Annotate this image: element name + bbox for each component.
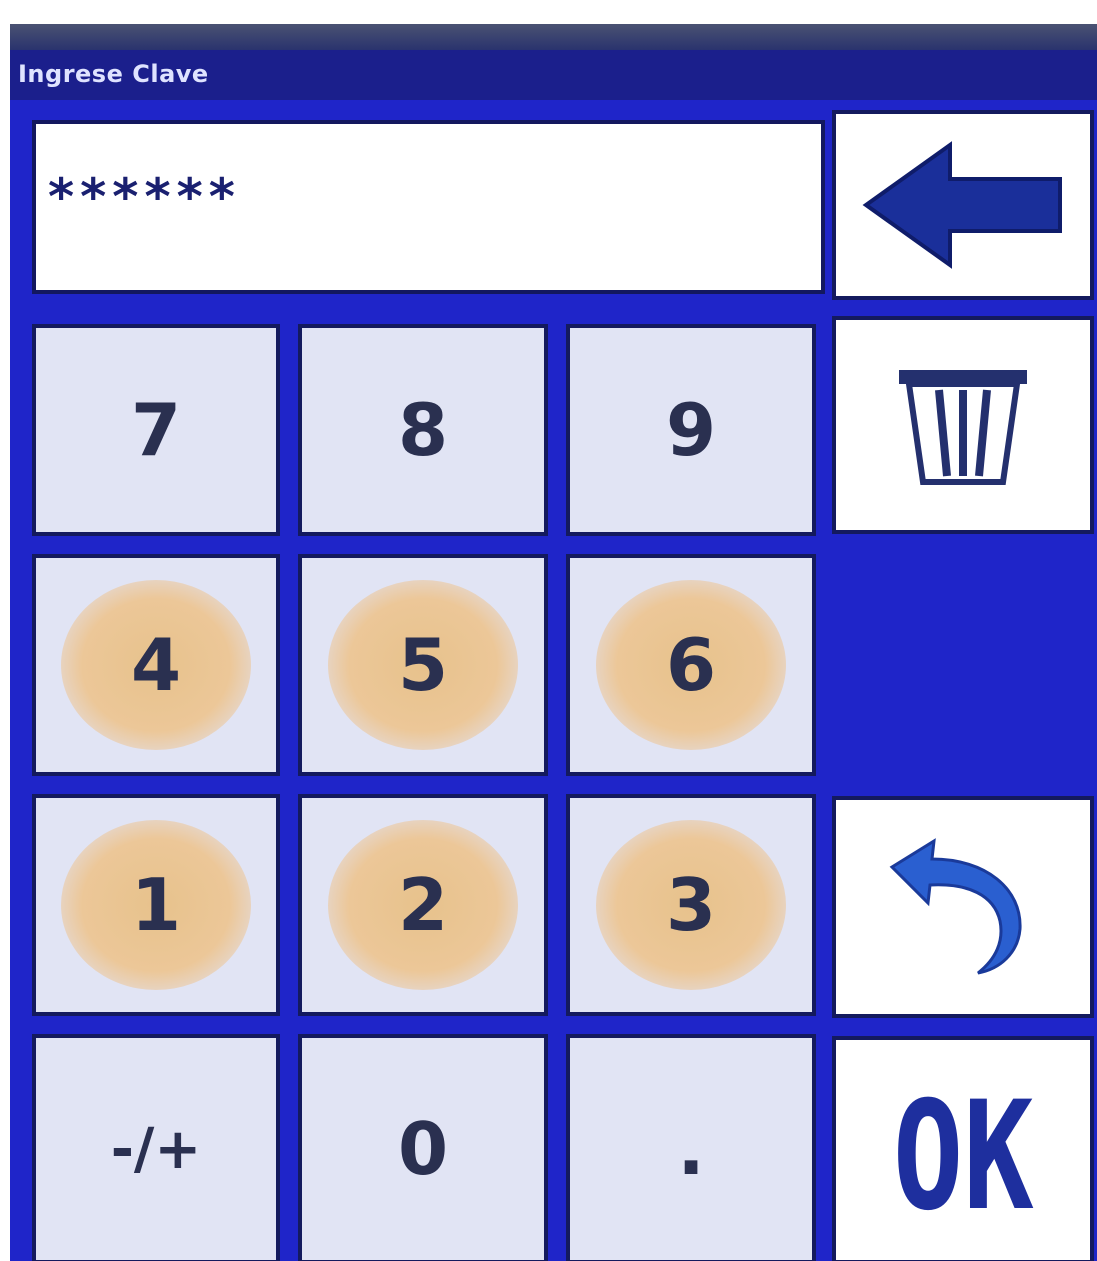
key-7[interactable]: 7 (32, 324, 280, 536)
key-label: 4 (130, 623, 182, 707)
key-label: 6 (665, 623, 717, 707)
key-label: 1 (130, 863, 182, 947)
key-label: 8 (397, 388, 449, 472)
key-label: 5 (397, 623, 449, 707)
key-label: 7 (130, 388, 182, 472)
key-8[interactable]: 8 (298, 324, 548, 536)
key-label: 3 (665, 863, 717, 947)
key-decimal[interactable]: . (566, 1034, 816, 1261)
left-arrow-icon (862, 141, 1062, 269)
key-label: 0 (397, 1107, 449, 1191)
password-value: ****** (48, 168, 241, 226)
title-bar: Ingrese Clave (10, 50, 1097, 100)
trash-icon (899, 370, 1027, 485)
key-6[interactable]: 6 (566, 554, 816, 776)
key-sign-toggle[interactable]: -/+ (32, 1034, 280, 1261)
ok-button[interactable]: OK (832, 1036, 1094, 1261)
key-label: -/+ (110, 1116, 202, 1182)
undo-button[interactable] (832, 796, 1094, 1018)
key-4[interactable]: 4 (32, 554, 280, 776)
key-3[interactable]: 3 (566, 794, 816, 1016)
key-0[interactable]: 0 (298, 1034, 548, 1261)
undo-arrow-icon (889, 838, 1022, 975)
key-1[interactable]: 1 (32, 794, 280, 1016)
key-9[interactable]: 9 (566, 324, 816, 536)
key-5[interactable]: 5 (298, 554, 548, 776)
ok-label: OK (892, 1070, 1034, 1244)
password-input[interactable]: ****** (32, 120, 825, 294)
clear-button[interactable] (832, 316, 1094, 534)
password-keypad-window: Ingrese Clave ****** 7 8 9 4 5 6 1 2 3 -… (10, 24, 1097, 1261)
dialog-title: Ingrese Clave (18, 60, 209, 88)
key-label: . (677, 1107, 705, 1191)
key-2[interactable]: 2 (298, 794, 548, 1016)
key-label: 9 (665, 388, 717, 472)
key-label: 2 (397, 863, 449, 947)
window-top-strip (10, 24, 1097, 50)
backspace-button[interactable] (832, 110, 1094, 300)
